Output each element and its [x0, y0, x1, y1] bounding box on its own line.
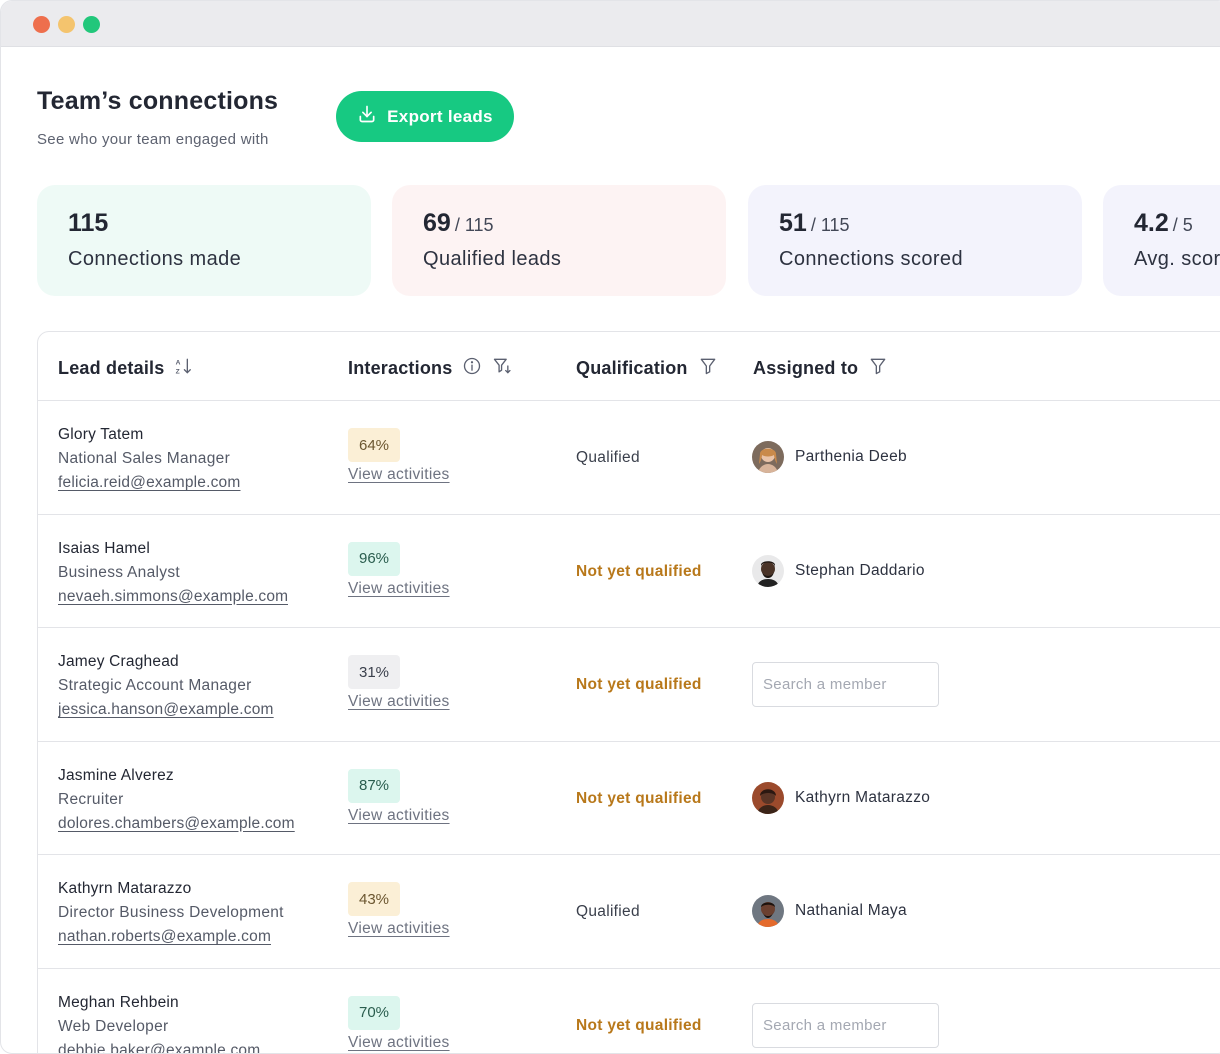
stat-label: Qualified leads — [423, 248, 562, 270]
export-leads-label: Export leads — [387, 106, 493, 126]
stat-value: 69 — [423, 209, 451, 237]
page-title: Team’s connections — [37, 87, 279, 115]
stat-total: / 5 — [1172, 215, 1193, 235]
lead-name: Jasmine Alverez — [58, 766, 174, 784]
filter-sort-icon[interactable] — [492, 356, 512, 381]
lead-role: National Sales Manager — [58, 450, 231, 467]
stat-value: 51 — [779, 209, 807, 237]
lead-name: Kathyrn Matarazzo — [58, 880, 192, 897]
stat-card-qualified-leads: 69/ 115 Qualified leads — [392, 185, 726, 296]
view-activities-link[interactable]: View activities — [348, 920, 450, 938]
qualification-status: Not yet qualified — [576, 789, 702, 807]
interaction-score-badge: 87% — [348, 768, 401, 803]
column-header-label: Qualification — [576, 358, 688, 378]
lead-role: Business Analyst — [58, 563, 180, 581]
qualification-status: Not yet qualified — [576, 562, 702, 580]
maximize-window-button[interactable] — [83, 16, 100, 33]
export-leads-button[interactable]: Export leads — [336, 91, 514, 142]
assignee[interactable]: Parthenia Deeb — [752, 441, 907, 473]
stat-label: Avg. score — [1134, 248, 1220, 270]
column-header-label: Assigned to — [753, 358, 859, 378]
avatar — [752, 441, 784, 473]
view-activities-link[interactable]: View activities — [348, 466, 450, 484]
qualification-status: Qualified — [576, 449, 640, 466]
assignee[interactable]: Stephan Daddario — [752, 554, 925, 587]
interaction-score-badge: 96% — [348, 541, 401, 576]
column-header-assigned-to[interactable]: Assigned to — [753, 356, 888, 381]
close-window-button[interactable] — [33, 16, 50, 33]
lead-email-link[interactable]: nevaeh.simmons@example.com — [58, 588, 288, 606]
lead-name: Glory Tatem — [58, 426, 144, 443]
column-header-qualification[interactable]: Qualification — [576, 356, 718, 381]
stat-label: Connections scored — [779, 248, 963, 270]
lead-role: Recruiter — [58, 790, 124, 808]
view-activities-link[interactable]: View activities — [348, 1034, 450, 1052]
table-row: Isaias Hamel Business Analyst nevaeh.sim… — [38, 515, 1220, 628]
table-header: Lead details A Z Interactions Qualificat… — [38, 332, 1220, 401]
stat-total: / 115 — [810, 215, 850, 235]
lead-email-link[interactable]: dolores.chambers@example.com — [58, 815, 295, 833]
interaction-score-badge: 64% — [348, 428, 401, 462]
assignee-name: Parthenia Deeb — [795, 448, 907, 465]
stat-value: 4.2 — [1134, 209, 1169, 237]
stat-card-connections-made: 115 Connections made — [37, 185, 371, 296]
assignee-name: Kathyrn Matarazzo — [795, 788, 931, 806]
qualification-status: Not yet qualified — [576, 676, 702, 693]
lead-name: Isaias Hamel — [58, 539, 150, 557]
lead-email-link[interactable]: felicia.reid@example.com — [58, 474, 241, 492]
view-activities-link[interactable]: View activities — [348, 580, 450, 598]
leads-table: Lead details A Z Interactions Qualificat… — [37, 331, 1220, 1054]
app-window: Team’s connections See who your team eng… — [0, 0, 1220, 1054]
table-row: Kathyrn Matarazzo Director Business Deve… — [38, 855, 1220, 969]
search-member-input[interactable] — [752, 662, 939, 707]
column-header-interactions[interactable]: Interactions — [348, 356, 512, 381]
column-header-label: Interactions — [348, 358, 453, 378]
table-row: Jamey Craghead Strategic Account Manager… — [38, 628, 1220, 742]
table-row: Jasmine Alverez Recruiter dolores.chambe… — [38, 742, 1220, 855]
interaction-score-badge: 43% — [348, 882, 401, 916]
assignee-name: Nathanial Maya — [795, 902, 907, 919]
table-row: Glory Tatem National Sales Manager felic… — [38, 401, 1220, 515]
filter-icon[interactable] — [868, 356, 888, 381]
avatar — [752, 554, 784, 587]
interaction-score-badge: 70% — [348, 995, 401, 1030]
lead-role: Web Developer — [58, 1017, 169, 1035]
view-activities-link[interactable]: View activities — [348, 807, 450, 825]
info-icon[interactable] — [462, 356, 482, 381]
download-icon — [357, 104, 377, 129]
view-activities-link[interactable]: View activities — [348, 693, 450, 711]
lead-name: Meghan Rehbein — [58, 993, 179, 1011]
filter-icon[interactable] — [698, 356, 718, 381]
lead-email-link[interactable]: jessica.hanson@example.com — [58, 701, 274, 719]
assignee[interactable]: Kathyrn Matarazzo — [752, 781, 931, 814]
lead-email-link[interactable]: nathan.roberts@example.com — [58, 928, 271, 946]
svg-text:Z: Z — [176, 369, 180, 376]
lead-name: Jamey Craghead — [58, 653, 179, 670]
avatar — [752, 895, 784, 927]
window-titlebar — [1, 1, 1220, 47]
avatar — [752, 781, 784, 814]
lead-email-link[interactable]: debbie.baker@example.com — [58, 1042, 260, 1054]
column-header-lead-details[interactable]: Lead details A Z — [58, 356, 194, 381]
lead-role: Director Business Development — [58, 904, 284, 921]
column-header-label: Lead details — [58, 358, 165, 378]
stat-card-avg-score: 4.2/ 5 Avg. score — [1103, 185, 1220, 296]
search-member-input[interactable] — [752, 1002, 939, 1048]
assignee-name: Stephan Daddario — [795, 561, 925, 579]
qualification-status: Qualified — [576, 903, 640, 920]
assignee[interactable]: Nathanial Maya — [752, 895, 907, 927]
stat-total: / 115 — [454, 215, 494, 235]
lead-role: Strategic Account Manager — [58, 677, 252, 694]
svg-text:A: A — [176, 359, 181, 366]
stat-label: Connections made — [68, 248, 242, 270]
interaction-score-badge: 31% — [348, 655, 401, 689]
table-row: Meghan Rehbein Web Developer debbie.bake… — [38, 969, 1220, 1054]
qualification-status: Not yet qualified — [576, 1016, 702, 1034]
stat-card-connections-scored: 51/ 115 Connections scored — [748, 185, 1082, 296]
page-subtitle: See who your team engaged with — [37, 131, 269, 148]
sort-az-icon[interactable]: A Z — [174, 356, 194, 381]
stat-value: 115 — [68, 209, 109, 237]
minimize-window-button[interactable] — [58, 16, 75, 33]
